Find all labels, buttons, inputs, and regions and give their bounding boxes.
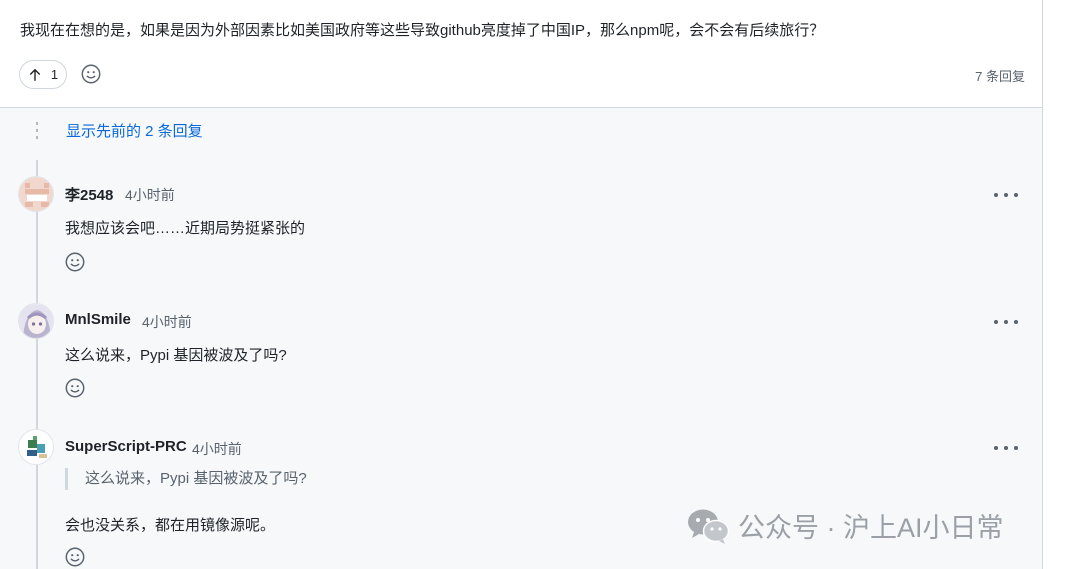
discussion-card: 我现在在想的是，如果是因为外部因素比如美国政府等这些导致github亮度掉了中国… — [0, 0, 1043, 569]
reply-time[interactable]: 4小时前 — [142, 312, 192, 332]
arrow-up-icon — [29, 68, 40, 81]
reply-author[interactable]: SuperScript-PRC — [65, 438, 187, 455]
collapsed-thread-icon — [34, 122, 40, 144]
reply-quote: 这么说来，Pypi 基因被波及了吗? — [65, 468, 307, 490]
game-avatar-icon — [19, 430, 53, 464]
reply-body: 会也没关系，都在用镜像源呢。 — [65, 517, 276, 534]
smiley-icon — [65, 547, 85, 567]
reply-count: 7 条回复 — [975, 69, 1025, 84]
anime-avatar-icon — [19, 304, 53, 338]
thread-line — [36, 160, 38, 569]
reply-time[interactable]: 4小时前 — [125, 185, 175, 205]
identicon-icon — [19, 177, 53, 211]
upvote-count: 1 — [50, 67, 59, 82]
smiley-icon — [65, 252, 85, 272]
add-reaction-button[interactable] — [62, 249, 88, 275]
avatar[interactable] — [18, 303, 54, 339]
post-body: 我现在在想的是，如果是因为外部因素比如美国政府等这些导致github亮度掉了中国… — [20, 22, 825, 39]
smiley-icon — [81, 64, 101, 84]
add-reaction-button[interactable] — [78, 61, 104, 87]
wechat-icon — [688, 509, 730, 544]
smiley-icon — [65, 378, 85, 398]
reply-author[interactable]: 李2548 — [65, 184, 113, 205]
reply-body: 这么说来，Pypi 基因被波及了吗? — [65, 347, 287, 364]
more-options-button[interactable] — [994, 317, 1018, 327]
add-reaction-button[interactable] — [62, 544, 88, 569]
avatar[interactable] — [18, 176, 54, 212]
add-reaction-button[interactable] — [62, 375, 88, 401]
watermark-text: 公众号 · 沪上AI小日常 — [738, 513, 1004, 543]
replies-section: 显示先前的 2 条回复 李2548 4小时前 我想应该会吧……近期局势挺紧张的 — [0, 108, 1042, 569]
discussion-post: 我现在在想的是，如果是因为外部因素比如美国政府等这些导致github亮度掉了中国… — [0, 0, 1042, 108]
upvote-button[interactable]: 1 — [19, 60, 67, 89]
reply-body: 我想应该会吧……近期局势挺紧张的 — [65, 220, 306, 237]
reply-time[interactable]: 4小时前 — [192, 439, 242, 459]
more-options-button[interactable] — [994, 443, 1018, 453]
watermark: 公众号 · 沪上AI小日常 — [686, 506, 1004, 545]
more-options-button[interactable] — [994, 190, 1018, 200]
avatar[interactable] — [18, 429, 54, 465]
show-previous-replies-link[interactable]: 显示先前的 2 条回复 — [66, 120, 203, 141]
reply-author[interactable]: MnlSmile — [65, 311, 131, 328]
